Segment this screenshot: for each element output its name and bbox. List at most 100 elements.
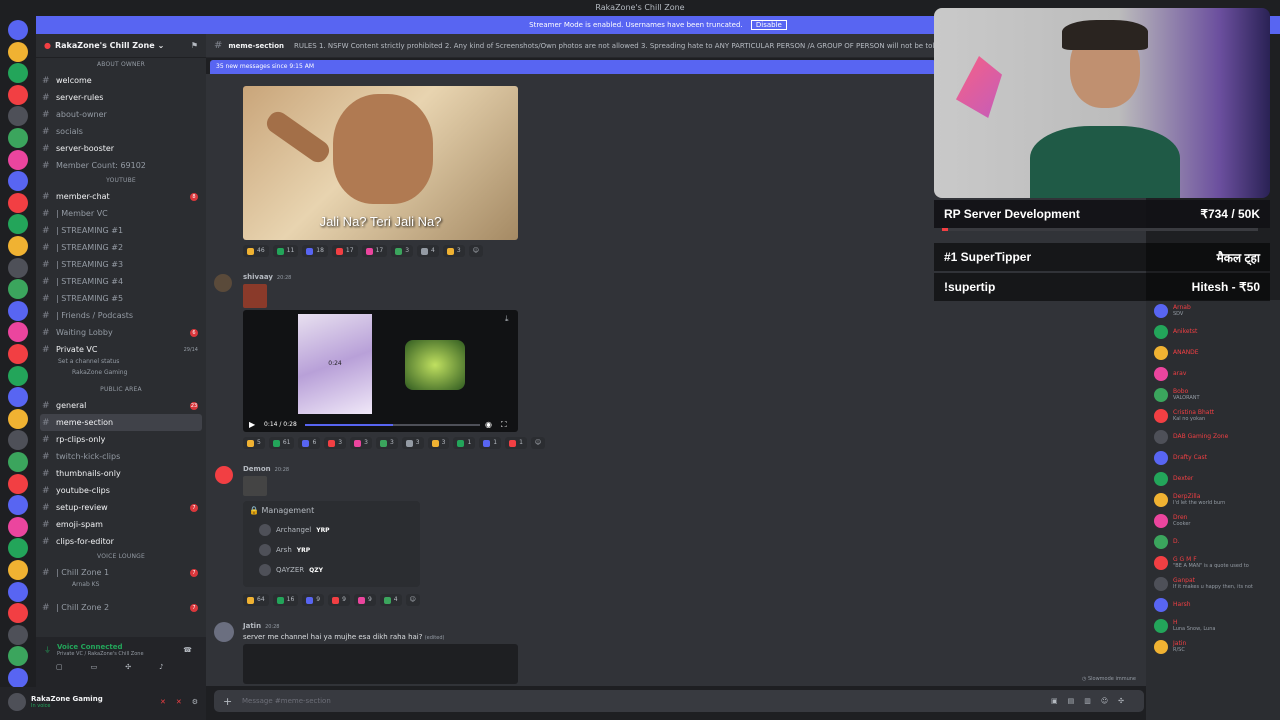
channel-emoji-spam[interactable]: # emoji-spam: [36, 516, 206, 533]
video-off-icon[interactable]: ▢: [56, 663, 63, 671]
reaction-pill[interactable]: 3: [350, 437, 372, 449]
server-icon[interactable]: [8, 192, 28, 213]
server-icon[interactable]: [8, 279, 28, 300]
channel-youtube-clips[interactable]: # youtube-clips: [36, 482, 206, 499]
download-icon[interactable]: ⤓: [505, 314, 509, 324]
member-item[interactable]: H Luna Snow, Luna: [1146, 615, 1280, 636]
role-card-member[interactable]: QAYZER QZY: [243, 560, 420, 580]
server-icon[interactable]: [8, 603, 28, 624]
reaction-pill[interactable]: 64: [243, 594, 269, 606]
settings-icon[interactable]: ⚙: [192, 698, 198, 706]
member-item[interactable]: Jatin R/SC: [1146, 636, 1280, 657]
channel--streaming-4[interactable]: # | STREAMING #4: [36, 273, 206, 290]
reaction-pill[interactable]: 4: [379, 594, 402, 606]
plus-icon[interactable]: +: [223, 695, 232, 708]
reaction-pill[interactable]: 3: [427, 437, 450, 449]
channel--streaming-1[interactable]: # | STREAMING #1: [36, 222, 206, 239]
category-header[interactable]: PUBLIC AREA: [36, 383, 206, 397]
server-icon[interactable]: [8, 581, 28, 602]
activity-icon[interactable]: ✣: [125, 663, 131, 671]
member-item[interactable]: Cristina Bhatt Kal no yokan: [1146, 405, 1280, 426]
server-icon[interactable]: [8, 668, 28, 688]
author-name[interactable]: Demon: [243, 465, 271, 473]
reaction-pill[interactable]: 1: [505, 437, 527, 449]
member-item[interactable]: Aniketst: [1146, 321, 1280, 342]
server-icon[interactable]: [8, 646, 28, 667]
meme-image[interactable]: Jali Na? Teri Jali Na?: [243, 86, 518, 240]
video-player[interactable]: 0:24 ⤓ ▶ 0:14 / 0:28 ◉ ⛶: [243, 310, 518, 432]
server-icon[interactable]: [8, 84, 28, 105]
new-messages-bar[interactable]: 35 new messages since 9:15 AM: [210, 60, 936, 74]
author-name[interactable]: Jatin: [243, 622, 261, 630]
category-header[interactable]: Voice Lounge: [36, 550, 206, 564]
volume-icon[interactable]: ◉: [485, 420, 492, 429]
server-icon[interactable]: [8, 538, 28, 559]
sticker-icon[interactable]: ▥: [1084, 697, 1101, 705]
reaction-pill[interactable]: 16: [272, 594, 299, 606]
member-item[interactable]: Dren Cooker: [1146, 510, 1280, 531]
disable-button[interactable]: Disable: [750, 20, 787, 30]
channel--member-vc[interactable]: # | Member VC: [36, 205, 206, 222]
channel--chill-zone-1[interactable]: # | Chill Zone 1 7: [36, 564, 206, 581]
reaction-pill[interactable]: 6: [298, 437, 321, 449]
member-item[interactable]: Harsh: [1146, 594, 1280, 615]
add-reaction-icon[interactable]: ☺: [530, 437, 546, 449]
channel-setup-review[interactable]: # setup-review 7: [36, 499, 206, 516]
author-name[interactable]: shivaay: [243, 273, 273, 281]
screenshot-attachment[interactable]: [243, 644, 518, 684]
apps-icon[interactable]: ✣: [1118, 697, 1134, 705]
server-icon[interactable]: [8, 560, 28, 580]
channel-server-booster[interactable]: # server-booster: [36, 140, 206, 157]
server-icon[interactable]: [8, 408, 28, 429]
reaction-pill[interactable]: 3: [401, 437, 424, 449]
member-item[interactable]: Dexter: [1146, 468, 1280, 489]
channel--streaming-5[interactable]: # | STREAMING #5: [36, 290, 206, 307]
category-header[interactable]: About Owner: [36, 58, 206, 72]
server-icon[interactable]: [8, 171, 28, 192]
member-item[interactable]: Bobo VALORANT: [1146, 384, 1280, 405]
member-item[interactable]: ANANDE: [1146, 342, 1280, 363]
reaction-pill[interactable]: 3: [442, 245, 465, 257]
reaction-pill[interactable]: 46: [243, 245, 269, 257]
attached-thumbnail[interactable]: [243, 284, 267, 308]
server-icon[interactable]: [8, 322, 28, 343]
member-item[interactable]: Ganpat If it makes u happy then, its not: [1146, 573, 1280, 594]
server-icon[interactable]: [8, 106, 28, 127]
emoji-icon[interactable]: ☺: [1101, 697, 1118, 705]
server-icon[interactable]: [8, 236, 28, 256]
category-header[interactable]: YOUTUBE: [36, 174, 206, 188]
add-reaction-icon[interactable]: ☺: [405, 594, 420, 606]
member-item[interactable]: arav: [1146, 363, 1280, 384]
channel-general[interactable]: # general 23: [36, 397, 206, 414]
avatar[interactable]: [214, 622, 234, 642]
play-icon[interactable]: ▶: [249, 420, 255, 429]
channel-about-owner[interactable]: # about-owner: [36, 106, 206, 123]
avatar[interactable]: [8, 693, 26, 711]
deafen-icon[interactable]: ✕: [176, 698, 182, 706]
message-composer[interactable]: + Message #meme-section ▣▤▥☺✣: [214, 690, 1144, 712]
reaction-pill[interactable]: 1: [453, 437, 476, 449]
soundboard-icon[interactable]: ♪: [159, 663, 163, 671]
server-icon[interactable]: [8, 516, 28, 537]
add-reaction-icon[interactable]: ☺: [468, 245, 483, 257]
channel-private-vc[interactable]: # Private VC 29/14: [36, 341, 206, 358]
role-card[interactable]: 🔒 Management Archangel YRP Arsh YRP QAYZER QZ…: [243, 501, 420, 587]
screen-share-icon[interactable]: ▭: [91, 663, 98, 671]
reaction-pill[interactable]: 3: [391, 245, 414, 257]
channel-clips-for-editor[interactable]: # clips-for-editor: [36, 533, 206, 550]
message-author[interactable]: Demon 20:28: [243, 465, 289, 473]
member-item[interactable]: G G M F "BE A MAN" is a quote used to: [1146, 552, 1280, 573]
reaction-pill[interactable]: 11: [272, 245, 299, 257]
reaction-pill[interactable]: 9: [353, 594, 376, 606]
video-progress[interactable]: [305, 424, 480, 426]
reaction-pill[interactable]: 18: [302, 245, 328, 257]
reaction-pill[interactable]: 5: [243, 437, 265, 449]
channel-topic[interactable]: RULES 1. NSFW Content strictly prohibite…: [294, 42, 936, 50]
mic-muted-icon[interactable]: ✕: [160, 698, 166, 706]
reaction-pill[interactable]: 17: [331, 245, 358, 257]
reaction-pill[interactable]: 3: [324, 437, 347, 449]
gif-icon[interactable]: ▤: [1068, 697, 1085, 705]
gift-icon[interactable]: ▣: [1051, 697, 1068, 705]
message-author[interactable]: Jatin 20:28: [243, 622, 279, 630]
channel-meme-section[interactable]: # meme-section: [40, 414, 202, 431]
